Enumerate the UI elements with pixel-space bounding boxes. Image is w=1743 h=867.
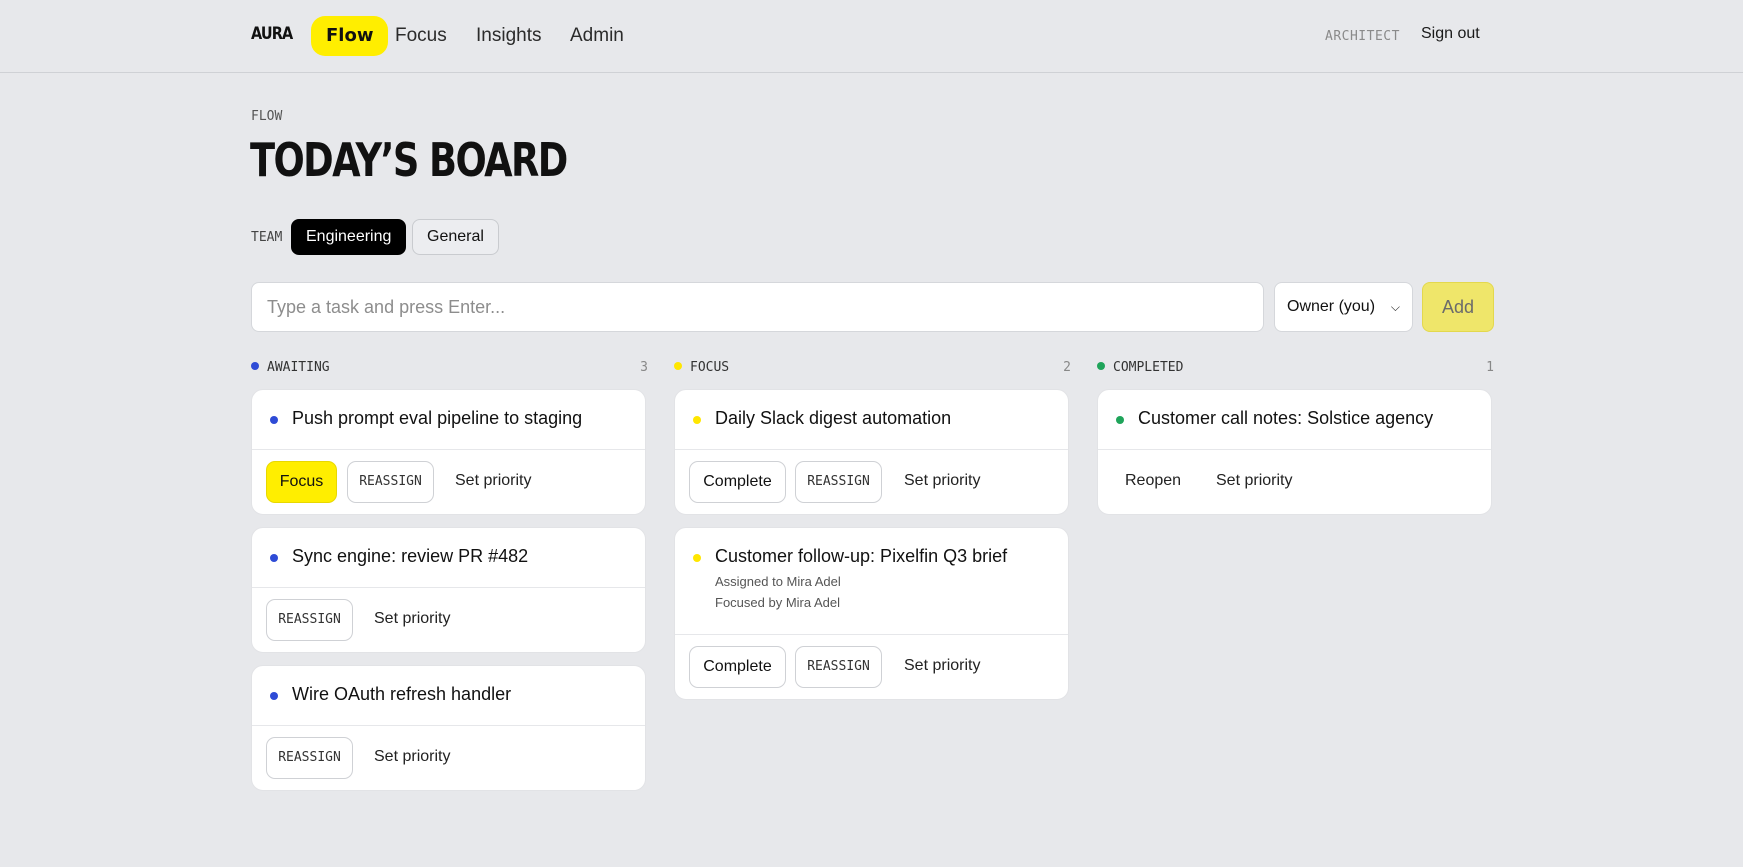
logo[interactable]: AURA xyxy=(251,24,293,44)
page-title: TODAY’S BOARD xyxy=(250,133,568,187)
reassign-button[interactable]: REASSIGN xyxy=(795,461,882,503)
task-card: Wire OAuth refresh handler REASSIGN Set … xyxy=(251,665,646,791)
set-priority-button[interactable]: Set priority xyxy=(374,610,450,628)
status-dot-icon xyxy=(1097,362,1105,370)
nav-item-flow[interactable]: Flow xyxy=(311,16,389,56)
task-card: Daily Slack digest automation Complete R… xyxy=(674,389,1069,515)
top-bar: AURA Flow Focus Insights Admin ARCHITECT… xyxy=(0,0,1743,73)
column-header-completed: COMPLETED xyxy=(1097,360,1183,376)
task-title[interactable]: Wire OAuth refresh handler xyxy=(292,683,627,705)
complete-button[interactable]: Complete xyxy=(689,646,786,688)
task-title[interactable]: Push prompt eval pipeline to staging xyxy=(292,407,627,429)
status-dot-icon xyxy=(674,362,682,370)
column-header-focus: FOCUS xyxy=(674,360,729,376)
team-label: TEAM xyxy=(251,230,283,245)
column-count: 2 xyxy=(1063,360,1071,375)
task-title[interactable]: Customer follow-up: Pixelfin Q3 brief xyxy=(715,545,1050,567)
column-title: COMPLETED xyxy=(1113,360,1184,375)
column-title: FOCUS xyxy=(690,360,730,375)
reassign-button[interactable]: REASSIGN xyxy=(266,737,353,779)
reopen-button[interactable]: Reopen xyxy=(1125,472,1181,490)
reassign-button[interactable]: REASSIGN xyxy=(347,461,434,503)
task-card: Push prompt eval pipeline to staging Foc… xyxy=(251,389,646,515)
status-dot-icon xyxy=(693,554,701,562)
complete-button[interactable]: Complete xyxy=(689,461,786,503)
card-actions: Complete REASSIGN Set priority xyxy=(675,635,1068,699)
card-actions: REASSIGN Set priority xyxy=(252,726,645,790)
task-card: Sync engine: review PR #482 REASSIGN Set… xyxy=(251,527,646,653)
task-title[interactable]: Customer call notes: Solstice agency xyxy=(1138,407,1473,429)
task-title[interactable]: Sync engine: review PR #482 xyxy=(292,545,627,567)
set-priority-button[interactable]: Set priority xyxy=(374,748,450,766)
set-priority-button[interactable]: Set priority xyxy=(1216,472,1292,490)
task-input[interactable] xyxy=(251,282,1264,332)
status-dot-icon xyxy=(693,416,701,424)
add-task-button[interactable]: Add xyxy=(1422,282,1494,332)
focused-by-text: Focused by Mira Adel xyxy=(715,595,841,610)
nav-item-admin[interactable]: Admin xyxy=(570,16,624,56)
reassign-button[interactable]: REASSIGN xyxy=(795,646,882,688)
column-count: 1 xyxy=(1486,360,1494,375)
user-role-label: ARCHITECT xyxy=(1325,29,1400,44)
set-priority-button[interactable]: Set priority xyxy=(904,657,980,675)
status-dot-icon xyxy=(270,554,278,562)
task-meta: Assigned to Mira Adel Focused by Mira Ad… xyxy=(715,571,1050,613)
card-actions: REASSIGN Set priority xyxy=(252,588,645,652)
task-card: Customer call notes: Solstice agency Reo… xyxy=(1097,389,1492,515)
card-actions: Complete REASSIGN Set priority xyxy=(675,450,1068,514)
set-priority-button[interactable]: Set priority xyxy=(904,472,980,490)
task-card: Customer follow-up: Pixelfin Q3 brief As… xyxy=(674,527,1069,700)
task-title[interactable]: Daily Slack digest automation xyxy=(715,407,1050,429)
card-actions: Focus REASSIGN Set priority xyxy=(252,450,645,514)
status-dot-icon xyxy=(270,416,278,424)
team-chip-engineering[interactable]: Engineering xyxy=(291,219,407,255)
chevron-down-icon: ⌵ xyxy=(1390,299,1400,314)
status-dot-icon xyxy=(251,362,259,370)
owner-select-value: Owner (you) xyxy=(1287,298,1376,315)
status-dot-icon xyxy=(270,692,278,700)
column-header-awaiting: AWAITING xyxy=(251,360,330,376)
sign-out-link[interactable]: Sign out xyxy=(1421,25,1480,43)
nav-item-focus[interactable]: Focus xyxy=(395,16,447,56)
assigned-to-text: Assigned to Mira Adel xyxy=(715,574,841,589)
card-actions: Reopen Set priority xyxy=(1098,450,1491,514)
owner-select[interactable]: Owner (you) ⌵ xyxy=(1274,282,1413,332)
set-priority-button[interactable]: Set priority xyxy=(455,472,531,490)
focus-button[interactable]: Focus xyxy=(266,461,337,503)
column-title: AWAITING xyxy=(267,360,330,375)
column-count: 3 xyxy=(640,360,648,375)
status-dot-icon xyxy=(1116,416,1124,424)
team-chip-general[interactable]: General xyxy=(412,219,499,255)
nav-item-insights[interactable]: Insights xyxy=(476,16,541,56)
page-eyebrow: FLOW xyxy=(251,109,283,124)
reassign-button[interactable]: REASSIGN xyxy=(266,599,353,641)
